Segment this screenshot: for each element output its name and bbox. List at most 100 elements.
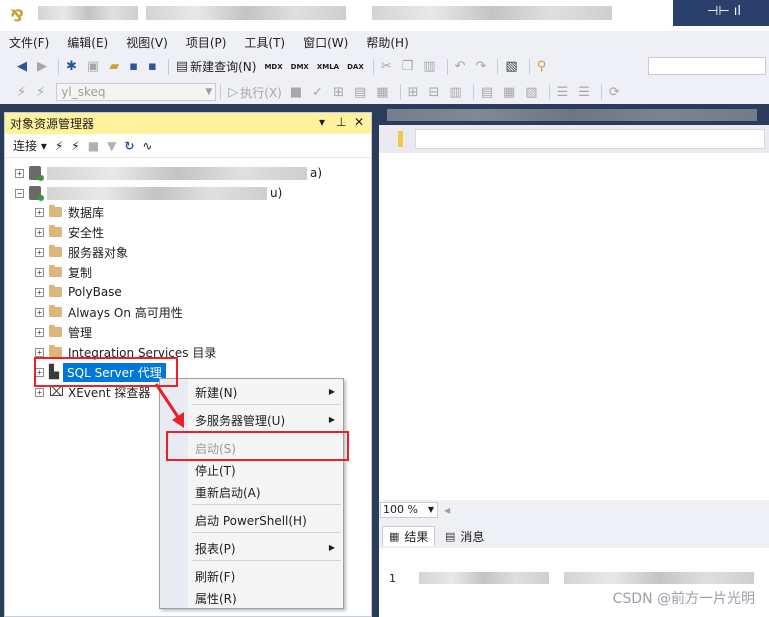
expand-toggle-icon[interactable]: + (35, 347, 44, 357)
tab-messages-label: 消息 (460, 529, 485, 544)
tree-server-1[interactable]: + a) (15, 163, 322, 183)
xmla-query-button[interactable]: XMLA (314, 57, 342, 77)
specify-values-button[interactable]: ⟳ (606, 82, 625, 102)
new-project-icon: ✱ (66, 59, 77, 74)
new-query-button[interactable]: ▤ 新建查询(N) (173, 57, 260, 77)
menu-help[interactable]: 帮助(H) (357, 34, 417, 51)
client-stats-icon: ▥ (449, 84, 462, 100)
disconnect-plug-icon[interactable]: ⚡ (71, 139, 79, 153)
display-plan-button[interactable]: ⊞ (330, 82, 349, 102)
window-controls[interactable]: ⊣⊢ ıl (673, 0, 769, 26)
menu-item-properties[interactable]: 属性(R) (195, 590, 237, 607)
expand-toggle-icon[interactable]: + (35, 267, 44, 277)
new-project-button[interactable]: ✱ (63, 57, 82, 77)
tree-node-server-objects[interactable]: + 服务器对象 (35, 242, 128, 262)
menu-item-stop[interactable]: 停止(T) (195, 462, 236, 479)
mdx-query-button[interactable]: MDX (261, 57, 285, 77)
pin-icon[interactable]: ⊥ (336, 115, 346, 129)
filter-icon[interactable]: ▼ (107, 139, 116, 153)
refresh-icon[interactable]: ↻ (124, 139, 134, 153)
menu-item-refresh[interactable]: 刷新(F) (195, 568, 235, 585)
save-all-button[interactable]: ▪ (145, 57, 162, 77)
results-to-grid-button[interactable]: ▦ (500, 82, 520, 102)
cut-button[interactable]: ✂ (378, 57, 397, 77)
tree-node-replication[interactable]: + 复制 (35, 262, 92, 282)
toolbar-separator (220, 84, 222, 100)
redo-button[interactable]: ↷ (472, 57, 491, 77)
dmx-query-button[interactable]: DMX (288, 57, 312, 77)
stop-icon[interactable]: ■ (88, 139, 99, 153)
menu-item-reports[interactable]: 报表(P) (195, 540, 236, 557)
query-editor-input[interactable] (415, 129, 765, 149)
expand-toggle-icon[interactable]: + (35, 227, 44, 237)
menu-project[interactable]: 项目(P) (177, 34, 236, 51)
tree-node-databases[interactable]: + 数据库 (35, 202, 104, 222)
collapse-toggle-icon[interactable]: − (15, 188, 24, 198)
pin-icon[interactable]: ⊣⊢ ıl (707, 4, 741, 19)
query-options-button[interactable]: ▤ (351, 82, 371, 102)
add-item-icon: ▣ (86, 59, 100, 74)
expand-toggle-icon[interactable]: + (15, 168, 24, 178)
tree-node-always-on[interactable]: + Always On 高可用性 (35, 302, 183, 322)
toolbar-separator (372, 58, 374, 75)
client-stats-button[interactable]: ▥ (446, 82, 466, 102)
expand-toggle-icon[interactable]: + (35, 207, 44, 217)
menu-item-multi-server[interactable]: 多服务器管理(U) (195, 412, 285, 429)
connect-button[interactable]: 连接 ▾ (13, 137, 47, 154)
database-select[interactable]: yl_skeq ▼ (56, 83, 217, 101)
close-icon[interactable]: ✕ (354, 115, 364, 129)
back-button[interactable]: ◀ (14, 57, 32, 77)
menu-window[interactable]: 窗口(W) (294, 34, 357, 51)
live-stats-button[interactable]: ⊟ (425, 82, 444, 102)
menu-item-new[interactable]: 新建(N) (195, 384, 237, 401)
menu-tools[interactable]: 工具(T) (235, 34, 294, 51)
menu-file[interactable]: 文件(F) (0, 34, 58, 51)
connect-plug-icon[interactable]: ⚡ (55, 139, 63, 153)
scroll-left-icon[interactable]: ◀ (444, 506, 450, 515)
menu-separator (192, 504, 341, 505)
forward-button[interactable]: ▶ (34, 57, 52, 77)
folder-icon (49, 245, 62, 257)
parse-button[interactable]: ✓ (309, 82, 328, 102)
tree-server-2[interactable]: − u) (15, 183, 282, 203)
copy-button[interactable]: ❐ (399, 57, 419, 77)
activity-pulse-icon[interactable]: ∿ (142, 139, 152, 153)
tab-messages[interactable]: ▤ 消息 (439, 526, 490, 546)
uncomment-button[interactable]: ☰ (575, 82, 595, 102)
add-item-button[interactable]: ▣ (84, 57, 104, 77)
tab-results[interactable]: ▦ 结果 (382, 526, 436, 546)
zoom-select[interactable]: 100 % ▼ (380, 502, 438, 518)
menu-item-powershell[interactable]: 启动 PowerShell(H) (195, 512, 307, 529)
expand-toggle-icon[interactable]: + (35, 287, 44, 297)
quick-search-input[interactable] (648, 57, 766, 75)
paste-button[interactable]: ▥ (420, 57, 440, 77)
dropdown-icon[interactable]: ▾ (319, 115, 325, 129)
find-button[interactable]: ⚲ (534, 57, 552, 77)
tree-node-polybase[interactable]: + PolyBase (35, 282, 122, 302)
disconnect-db-button[interactable]: ⚡ (33, 82, 50, 102)
template-icon: ⟳ (608, 84, 620, 100)
open-file-button[interactable]: ▰ (106, 57, 124, 77)
results-to-text-button[interactable]: ▤ (478, 82, 498, 102)
undo-button[interactable]: ↶ (452, 57, 471, 77)
tree-node-security[interactable]: + 安全性 (35, 222, 104, 242)
include-plan-button[interactable]: ⊞ (405, 82, 424, 102)
database-value: yl_skeq (61, 85, 106, 99)
results-to-file-button[interactable]: ▨ (522, 82, 542, 102)
execute-button[interactable]: ▷ 执行(X) (225, 82, 285, 102)
comment-button[interactable]: ☰ (554, 82, 574, 102)
expand-toggle-icon[interactable]: + (35, 247, 44, 257)
activity-monitor-button[interactable]: ▧ (502, 57, 522, 77)
dax-query-button[interactable]: DAX (344, 57, 367, 77)
menu-item-restart[interactable]: 重新启动(A) (195, 484, 261, 501)
intellisense-button[interactable]: ▦ (373, 82, 393, 102)
save-button[interactable]: ▪ (126, 57, 143, 77)
expand-toggle-icon[interactable]: + (35, 387, 44, 397)
tree-node-management[interactable]: + 管理 (35, 322, 92, 342)
expand-toggle-icon[interactable]: + (35, 307, 44, 317)
connect-db-button[interactable]: ⚡ (14, 82, 31, 102)
menu-view[interactable]: 视图(V) (117, 34, 177, 51)
cancel-query-button[interactable]: ■ (287, 82, 307, 102)
menu-edit[interactable]: 编辑(E) (58, 34, 117, 51)
expand-toggle-icon[interactable]: + (35, 327, 44, 337)
